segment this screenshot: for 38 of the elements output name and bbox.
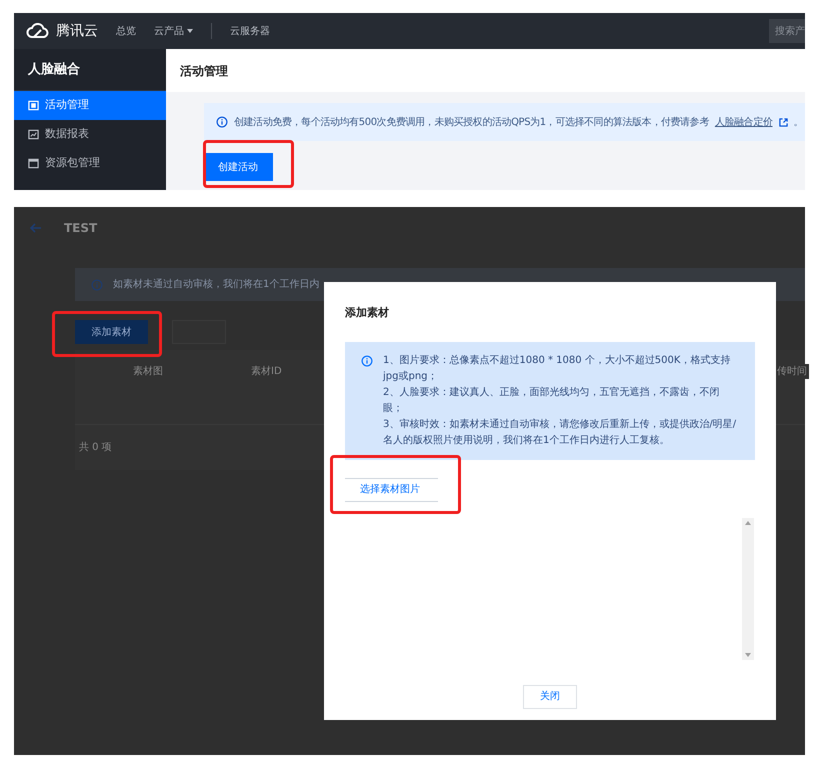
cloud-logo-icon	[26, 23, 50, 39]
notice-text: 创建活动免费，每个活动均有500次免费调用，未购买授权的活动QPS为1，可选择不同的算法版本，付费请参考	[234, 116, 709, 130]
dim-notice-text: 如素材未通过自动审核，我们将在1个工作日内	[113, 278, 320, 292]
info-icon	[91, 278, 103, 290]
column-header: 素材图	[133, 364, 163, 378]
close-button[interactable]: 关闭	[523, 684, 577, 708]
notice-end: 。	[794, 116, 804, 130]
column-header: 传时间	[775, 364, 809, 378]
select-image-button[interactable]: 选择素材图片	[345, 478, 438, 502]
brand-name: 腾讯云	[56, 22, 98, 40]
create-activity-button[interactable]: 创建活动	[203, 153, 273, 181]
document-icon	[28, 100, 39, 111]
detail-title: TEST	[64, 220, 98, 237]
nav-link[interactable]: 总览	[116, 24, 136, 38]
external-link-icon	[778, 118, 788, 126]
calendar-icon	[28, 158, 39, 169]
chart-icon	[28, 129, 39, 140]
scroll-down-icon[interactable]	[745, 652, 751, 656]
tip-text: 3、审核时效：如素材未通过自动审核，请您修改后重新上传，或提供政治/明星/名人的版权照片使用说明，我们将在1个工作日内进行人工复核。	[383, 418, 738, 448]
pricing-link[interactable]: 人脸融合定价	[714, 114, 773, 130]
search-field[interactable]: 搜索产	[769, 19, 805, 43]
info-icon	[216, 116, 228, 128]
scrollbar[interactable]	[742, 518, 754, 660]
tip-text: 2、人脸要求：建议真人、正脸，面部光线均匀，五官无遮挡，不露齿，不闭眼；	[383, 386, 720, 416]
nav-link[interactable]: 云服务器	[230, 24, 270, 38]
sidebar-item[interactable]: 资源包管理	[14, 149, 166, 178]
add-material-button[interactable]: 添加素材	[75, 320, 148, 344]
column-header: 素材ID	[251, 364, 282, 378]
scroll-up-icon[interactable]	[745, 520, 751, 524]
sidebar-item[interactable]: 数据报表	[14, 120, 166, 149]
back-arrow-icon[interactable]	[30, 223, 42, 233]
item-count: 共 0 项	[79, 440, 112, 455]
info-icon	[361, 354, 373, 366]
dialog-title: 添加素材	[345, 305, 390, 321]
tip-text: 1、图片要求：总像素点不超过1080 * 1080 个，大小不超过500K，格式支持jpg或png；	[383, 354, 732, 384]
nav-link[interactable]: 云产品	[154, 24, 193, 38]
page-title: 活动管理	[180, 62, 228, 80]
sidebar-item[interactable]: 活动管理	[14, 91, 166, 120]
